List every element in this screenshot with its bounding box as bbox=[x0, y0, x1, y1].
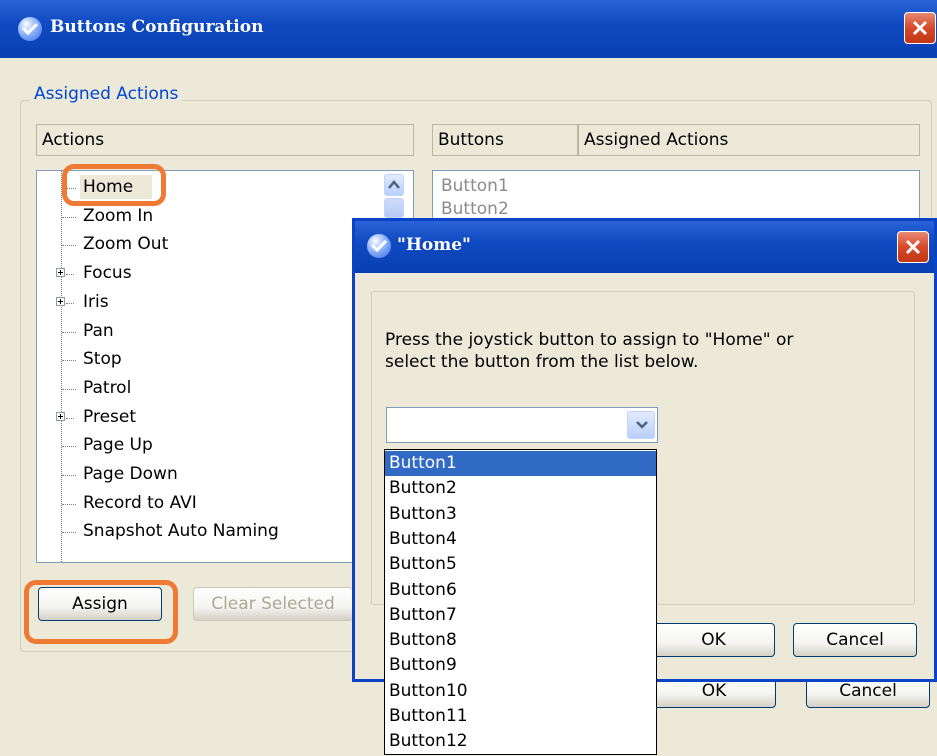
plus-box-icon[interactable] bbox=[56, 296, 65, 306]
dropdown-option[interactable]: Button6 bbox=[385, 578, 656, 603]
window-title: Buttons Configuration bbox=[50, 17, 264, 37]
assigned-actions-column-header[interactable]: Assigned Actions bbox=[578, 124, 920, 156]
list-item[interactable]: Button1 bbox=[441, 176, 509, 196]
dropdown-option[interactable]: Button10 bbox=[385, 679, 656, 704]
buttons-column-header[interactable]: Buttons bbox=[432, 124, 578, 156]
dropdown-option[interactable]: Button3 bbox=[385, 502, 656, 527]
chevron-up-icon[interactable] bbox=[384, 174, 404, 196]
tree-item-label: Preset bbox=[83, 406, 137, 427]
tree-connector bbox=[66, 274, 74, 276]
dialog-ok-button[interactable]: OK bbox=[652, 623, 775, 657]
tree-item[interactable]: Page Down bbox=[37, 461, 377, 488]
dropdown-list[interactable]: Button1 Button2 Button3 Button4 Button5 Butto… bbox=[384, 449, 657, 755]
tree-item-label: Zoom In bbox=[83, 205, 154, 226]
tree-connector bbox=[62, 360, 76, 362]
dropdown-option[interactable]: Button7 bbox=[385, 603, 656, 628]
tree-item-label: Focus bbox=[83, 263, 132, 284]
list-item[interactable]: Button2 bbox=[441, 199, 509, 219]
tree-item[interactable]: Focus bbox=[37, 260, 377, 287]
plus-box-icon[interactable] bbox=[56, 411, 65, 421]
close-icon[interactable] bbox=[904, 12, 936, 44]
tree-connector bbox=[62, 216, 76, 218]
tree-connector bbox=[62, 245, 76, 247]
check-shield-icon bbox=[367, 234, 391, 258]
dialog-title: "Home" bbox=[397, 235, 471, 255]
plus-box-icon[interactable] bbox=[56, 268, 65, 278]
tree-connector bbox=[62, 446, 76, 448]
dialog-message: Press the joystick button to assign to "… bbox=[385, 329, 905, 373]
tree-item[interactable]: Patrol bbox=[37, 375, 377, 402]
tree-connector bbox=[66, 417, 74, 419]
tree-item[interactable]: Pan bbox=[37, 318, 377, 345]
clear-selected-button[interactable]: Clear Selected bbox=[193, 587, 353, 621]
assign-highlight bbox=[24, 580, 178, 644]
tree-scrollbar[interactable] bbox=[384, 174, 406, 218]
dropdown-option[interactable]: Button2 bbox=[385, 476, 656, 501]
tree-connector bbox=[62, 475, 76, 476]
tree-item[interactable]: Preset bbox=[37, 404, 377, 431]
tree-item-label: Iris bbox=[83, 291, 109, 312]
dropdown-option[interactable]: Button8 bbox=[385, 628, 656, 653]
dropdown-option[interactable]: Button1 bbox=[385, 451, 656, 476]
tree-item-label: Snapshot Auto Naming bbox=[83, 521, 279, 542]
tree-connector bbox=[62, 532, 76, 534]
chevron-down-icon[interactable] bbox=[627, 411, 655, 439]
dropdown-option[interactable]: Button11 bbox=[385, 704, 656, 729]
main-titlebar[interactable]: Buttons Configuration bbox=[0, 0, 937, 58]
tree-item[interactable]: Page Up bbox=[37, 432, 377, 459]
close-icon[interactable] bbox=[897, 231, 929, 263]
tree-item-label: Patrol bbox=[83, 377, 132, 398]
scroll-thumb[interactable] bbox=[384, 198, 404, 218]
dropdown-option[interactable]: Button9 bbox=[385, 653, 656, 678]
dropdown-option[interactable]: Button5 bbox=[385, 552, 656, 577]
tree-item[interactable]: Record to AVI bbox=[37, 490, 377, 517]
tree-item-label: Zoom Out bbox=[83, 234, 169, 255]
tree-item-label: Record to AVI bbox=[83, 492, 197, 513]
tree-item[interactable]: Zoom In bbox=[37, 203, 377, 230]
tree-item-label: Stop bbox=[83, 349, 122, 370]
tree-item[interactable]: Stop bbox=[37, 346, 377, 373]
tree-item[interactable]: Iris bbox=[37, 289, 377, 316]
dialog-message-line-2: select the button from the list below. bbox=[385, 352, 699, 372]
dropdown-option[interactable]: Button4 bbox=[385, 527, 656, 552]
tree-item-label: Page Up bbox=[83, 435, 153, 456]
tree-item[interactable]: Zoom Out bbox=[37, 231, 377, 258]
tree-item-label: Pan bbox=[83, 320, 114, 341]
group-label: Assigned Actions bbox=[30, 84, 183, 104]
home-highlight bbox=[62, 164, 166, 206]
button-dropdown[interactable] bbox=[386, 407, 658, 443]
dialog-titlebar[interactable]: "Home" bbox=[355, 221, 934, 273]
tree-connector bbox=[66, 302, 74, 304]
check-shield-icon bbox=[18, 17, 42, 41]
tree-connector bbox=[62, 388, 76, 390]
dropdown-option[interactable]: Button12 bbox=[385, 729, 656, 754]
tree-connector bbox=[62, 503, 76, 505]
tree-item[interactable]: Snapshot Auto Naming bbox=[37, 518, 377, 545]
tree-item-label: Page Down bbox=[83, 464, 178, 484]
actions-column-header[interactable]: Actions bbox=[36, 124, 414, 156]
dialog-cancel-button[interactable]: Cancel bbox=[793, 623, 917, 657]
tree-connector bbox=[62, 331, 76, 333]
dialog-message-line-1: Press the joystick button to assign to "… bbox=[385, 330, 794, 350]
